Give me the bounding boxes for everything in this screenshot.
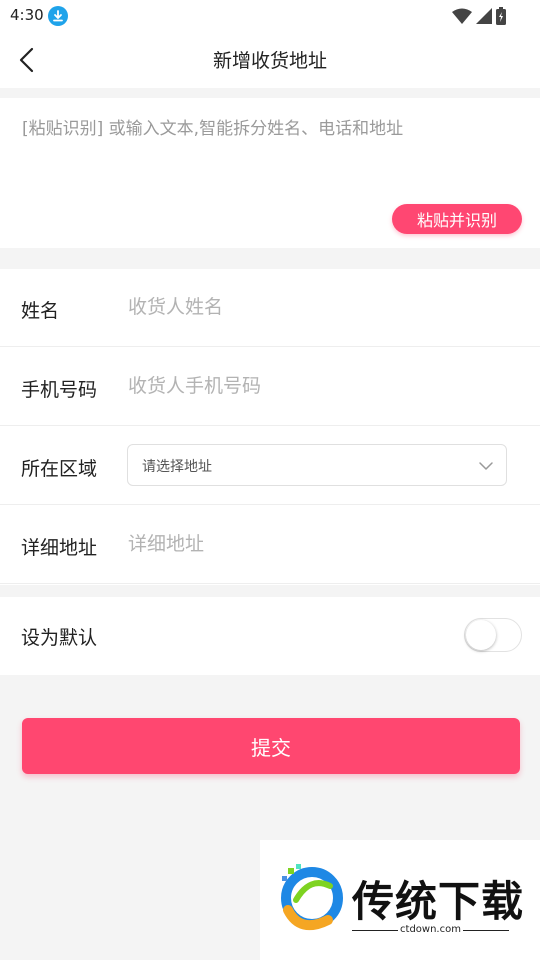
name-input[interactable] [128,294,508,320]
watermark-logo-icon [281,864,343,931]
paste-recognize-button[interactable]: 粘贴并识别 [392,204,522,234]
name-label: 姓名 [21,300,60,322]
address-input[interactable] [128,531,508,557]
nav-bar: 新增收货地址 [0,32,540,88]
region-select[interactable]: 请选择地址 [127,444,507,486]
phone-input[interactable] [128,373,508,399]
system-icons [452,7,506,25]
name-row: 姓名 [0,269,540,347]
paste-recognize-card: [粘贴识别] 或输入文本,智能拆分姓名、电话和地址 粘贴并识别 [0,98,540,248]
address-form: 姓名 手机号码 所在区域 请选择地址 详细地址 [0,269,540,585]
download-icon [48,6,68,26]
address-row: 详细地址 [0,506,540,584]
phone-label: 手机号码 [21,379,98,401]
region-select-placeholder: 请选择地址 [142,459,212,475]
region-label: 所在区域 [21,458,98,480]
default-label: 设为默认 [21,627,98,649]
watermark-url: ctdown.com [400,924,461,935]
status-bar: 4:30 [0,0,540,32]
wifi-icon [452,8,472,24]
status-time: 4:30 [10,6,44,24]
address-label: 详细地址 [21,537,98,559]
default-setting-card: 设为默认 [0,597,540,675]
signal-icon [476,8,492,24]
phone-row: 手机号码 [0,348,540,426]
paste-text-area[interactable]: [粘贴识别] 或输入文本,智能拆分姓名、电话和地址 [22,118,518,140]
watermark-divider [352,930,398,931]
page-title: 新增收货地址 [212,50,327,72]
region-row: 所在区域 请选择地址 [0,427,540,505]
watermark-divider [463,930,509,931]
watermark-title: 传统下载 [352,877,525,926]
submit-button[interactable]: 提交 [22,718,520,774]
default-toggle[interactable] [464,618,522,652]
battery-charging-icon [496,7,506,25]
watermark: 传统下载 ctdown.com [260,840,540,960]
toggle-knob [466,620,496,650]
chevron-down-icon [479,462,493,470]
